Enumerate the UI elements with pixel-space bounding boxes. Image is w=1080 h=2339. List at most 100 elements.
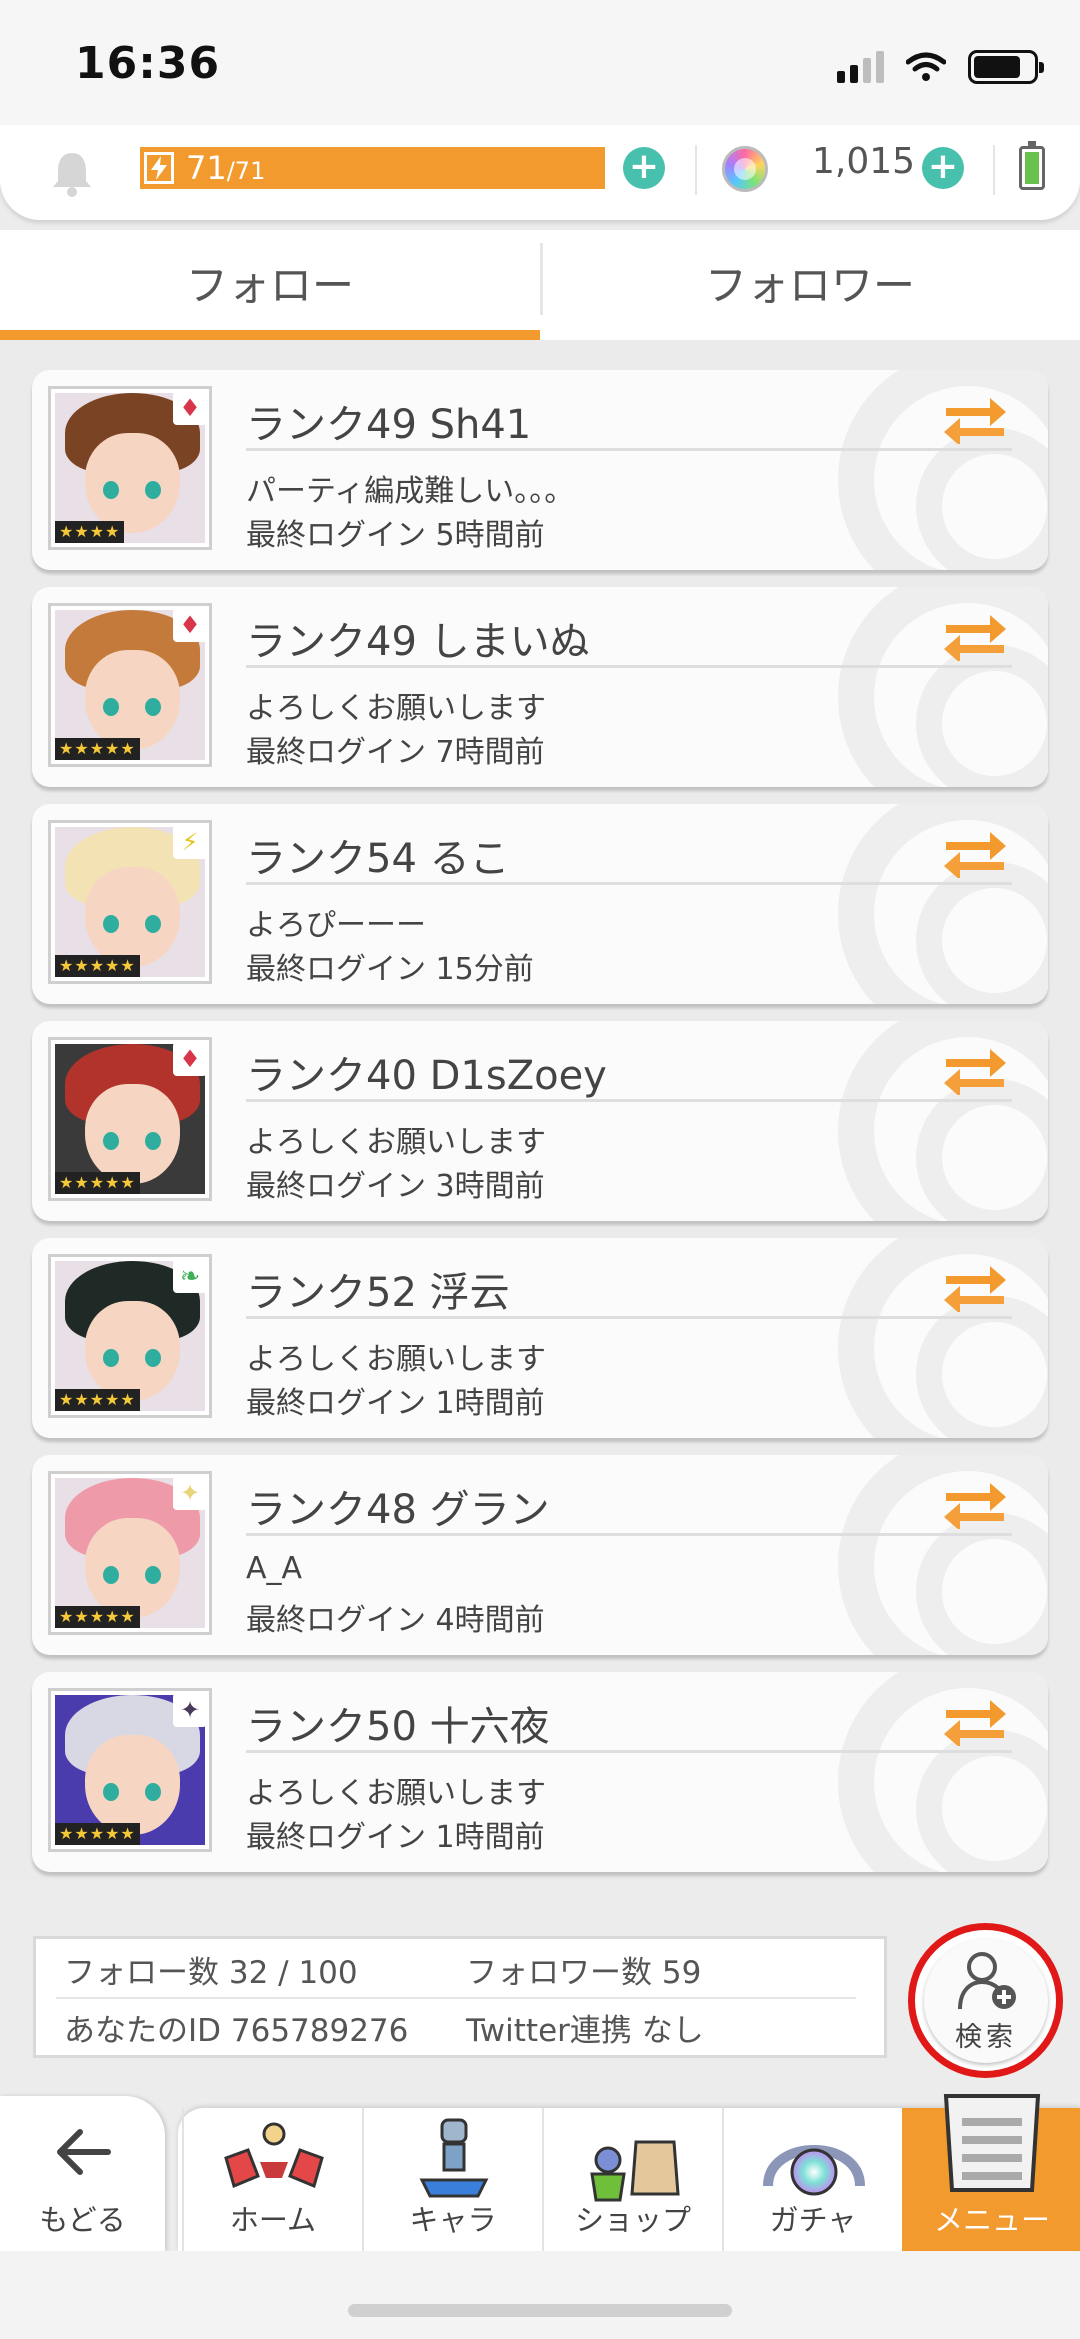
element-icon: ✦ [173, 1476, 207, 1510]
wifi-icon [906, 52, 946, 82]
search-user-button[interactable]: 検索 [908, 1923, 1063, 2078]
add-gems-button[interactable]: + [922, 147, 964, 189]
add-user-icon [958, 1952, 1016, 2010]
divider [246, 882, 1012, 885]
nav-shop[interactable]: ショップ [542, 2108, 722, 2251]
character-icon [419, 2118, 489, 2198]
stamina-value: 71/71 [186, 149, 265, 187]
friend-avatar[interactable]: ♦ ★★★★★ [48, 603, 212, 767]
divider [56, 1997, 856, 1999]
friend-message: A_A [246, 1551, 303, 1586]
tab-divider [540, 243, 543, 315]
nav-menu[interactable]: メニュー [902, 2094, 1080, 2251]
friend-last-login: 最終ログイン 15分前 [246, 952, 534, 987]
gacha-orb-icon [763, 2145, 865, 2196]
friend-avatar[interactable]: ♦ ★★★★ [48, 386, 212, 550]
friend-rank-name: ランク52 浮云 [246, 1270, 510, 1316]
search-user-button-face[interactable]: 検索 [924, 1939, 1048, 2063]
friend-card[interactable]: ❧ ★★★★★ ランク52 浮云 よろしくお願いします 最終ログイン 1時間前 [32, 1238, 1048, 1438]
menu-list-icon [943, 2094, 1041, 2192]
rarity-stars: ★★★★ [55, 521, 125, 543]
element-icon: ♦ [173, 1042, 207, 1076]
mutual-follow-icon [942, 1477, 1008, 1533]
nav-gacha-label: ガチャ [769, 2203, 857, 2237]
element-icon: ♦ [173, 391, 207, 425]
gem-count: 1,015 [812, 141, 916, 182]
element-icon: ✦ [173, 1693, 207, 1727]
home-icon [224, 2122, 324, 2189]
friend-message: よろぴーーー [246, 908, 426, 943]
friend-card[interactable]: ♦ ★★★★★ ランク40 D1sZoey よろしくお願いします 最終ログイン 3時間前 [32, 1021, 1048, 1221]
tab-follow[interactable]: フォロー [0, 230, 540, 340]
friend-rank-name: ランク54 るこ [246, 836, 510, 882]
mutual-follow-icon [942, 1694, 1008, 1750]
resource-bar: 71/71 + 1,015 + [0, 125, 1080, 220]
divider [246, 1533, 1012, 1536]
friend-card[interactable]: ✦ ★★★★★ ランク50 十六夜よろしくお願いします 最終ログイン 1時間前 [32, 1672, 1048, 1872]
mutual-follow-icon [942, 392, 1008, 448]
stamina-bar: 71/71 [140, 147, 605, 189]
friend-avatar[interactable]: ✦ ★★★★★ [48, 1688, 212, 1852]
friend-card[interactable]: ✦ ★★★★★ ランク48 グラン A_A 最終ログイン 4時間前 [32, 1455, 1048, 1655]
mutual-follow-icon [942, 609, 1008, 665]
home-indicator[interactable] [348, 2304, 732, 2317]
nav-characters[interactable]: キャラ [362, 2108, 542, 2251]
nav-gacha[interactable]: ガチャ [722, 2108, 902, 2251]
search-label: 検索 [955, 2022, 1017, 2053]
friend-message: よろしくお願いします [246, 691, 546, 726]
device-battery-icon [1019, 141, 1045, 190]
rarity-stars: ★★★★★ [55, 955, 140, 977]
back-button[interactable]: もどる [0, 2096, 165, 2251]
divider [246, 1750, 1012, 1753]
status-bar: 16:36 [0, 0, 1080, 125]
add-stamina-button[interactable]: + [623, 147, 665, 189]
divider [246, 1099, 1012, 1102]
twitter-link-status: Twitter連携 なし [466, 2013, 704, 2049]
friend-rank-name: ランク49 しまいぬ [246, 619, 590, 665]
friend-list[interactable]: ♦ ★★★★ ランク49 Sh41 パーティ編成難しい。。。 最終ログイン 5時間前 ♦ ★… [0, 340, 1080, 1880]
divider [246, 1316, 1012, 1319]
friend-avatar[interactable]: ✦ ★★★★★ [48, 1471, 212, 1635]
rarity-stars: ★★★★★ [55, 1389, 140, 1411]
friend-last-login: 最終ログイン 4時間前 [246, 1603, 545, 1638]
friend-card[interactable]: ♦ ★★★★ ランク49 Sh41 パーティ編成難しい。。。 最終ログイン 5時間前 [32, 370, 1048, 570]
friend-message: よろしくお願いします [246, 1125, 546, 1160]
gem-icon [722, 146, 768, 192]
nav-characters-label: キャラ [409, 2203, 497, 2237]
friend-last-login: 最終ログイン 3時間前 [246, 1169, 545, 1204]
divider [246, 665, 1012, 668]
divider [993, 145, 995, 195]
follow-info-panel: フォロー数 32 / 100 フォロワー数 59 あなたのID 76578927… [33, 1936, 887, 2058]
friend-card[interactable]: ⚡ ★★★★★ ランク54 るこよろぴーーー最終ログイン 15分前 [32, 804, 1048, 1004]
friend-avatar[interactable]: ♦ ★★★★★ [48, 1037, 212, 1201]
battery-icon [968, 50, 1044, 84]
cellular-signal-icon [837, 51, 884, 83]
friend-rank-name: ランク40 D1sZoey [246, 1053, 607, 1099]
friend-message: よろしくお願いします [246, 1776, 546, 1811]
tab-followers[interactable]: フォロワー [540, 230, 1080, 340]
element-icon: ⚡ [173, 825, 207, 859]
friend-rank-name: ランク50 十六夜 [246, 1704, 550, 1750]
nav-shop-label: ショップ [574, 2203, 691, 2237]
rarity-stars: ★★★★★ [55, 1172, 140, 1194]
your-id: あなたのID 765789276 [64, 2013, 409, 2049]
friend-message: パーティ編成難しい。。。 [246, 474, 575, 509]
friend-card[interactable]: ♦ ★★★★★ ランク49 しまいぬ よろしくお願いします 最終ログイン 7時間前 [32, 587, 1048, 787]
notification-bell-icon[interactable] [50, 149, 94, 201]
friend-rank-name: ランク48 グラン [246, 1487, 550, 1533]
friend-avatar[interactable]: ❧ ★★★★★ [48, 1254, 212, 1418]
element-icon: ❧ [173, 1259, 207, 1293]
mutual-follow-icon [942, 1260, 1008, 1316]
rarity-stars: ★★★★★ [55, 1606, 140, 1628]
rarity-stars: ★★★★★ [55, 1823, 140, 1845]
status-icons [837, 50, 1044, 84]
nav-home[interactable]: ホーム [182, 2108, 362, 2251]
friend-avatar[interactable]: ⚡ ★★★★★ [48, 820, 212, 984]
friend-last-login: 最終ログイン 1時間前 [246, 1820, 545, 1855]
friend-rank-name: ランク49 Sh41 [246, 402, 532, 448]
shop-bag-icon [590, 2140, 680, 2202]
follow-count: フォロー数 32 / 100 [64, 1955, 358, 1991]
back-arrow-icon [57, 2129, 111, 2175]
friend-last-login: 最終ログイン 5時間前 [246, 518, 545, 553]
back-label: もどる [39, 2203, 126, 2237]
